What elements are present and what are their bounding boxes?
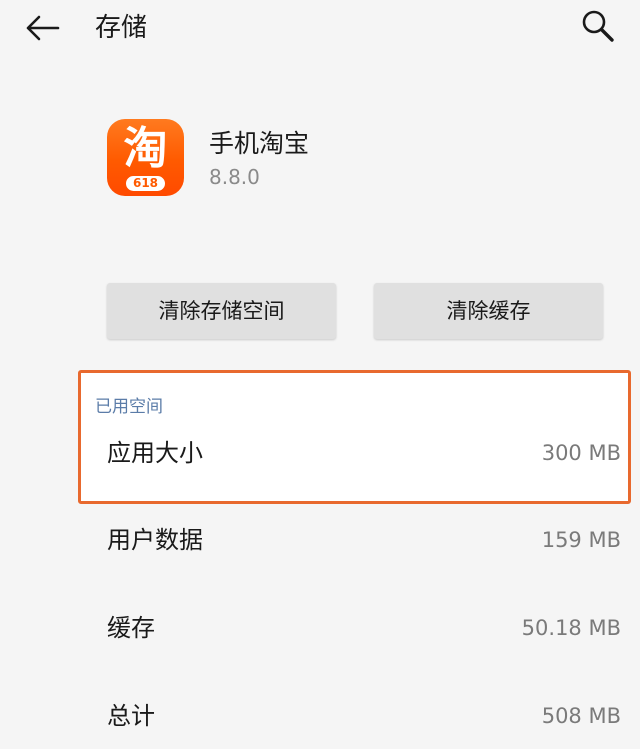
search-button[interactable] (576, 4, 620, 48)
storage-row-app-size: 应用大小 300 MB (0, 423, 640, 483)
row-value: 50.18 MB (521, 616, 621, 640)
row-label: 总计 (107, 702, 155, 730)
row-label: 应用大小 (107, 439, 203, 467)
row-label: 缓存 (107, 614, 155, 642)
clear-storage-button[interactable]: 清除存储空间 (107, 283, 336, 339)
back-button[interactable] (20, 8, 64, 48)
app-icon: 淘 618 (107, 119, 184, 196)
app-bar: 存储 (0, 0, 640, 56)
app-version: 8.8.0 (209, 165, 260, 189)
row-value: 300 MB (541, 441, 621, 465)
app-icon-badge: 618 (126, 176, 165, 191)
storage-row-user-data: 用户数据 159 MB (0, 510, 640, 570)
row-value: 508 MB (541, 704, 621, 728)
app-name: 手机淘宝 (209, 129, 310, 158)
storage-row-cache: 缓存 50.18 MB (0, 598, 640, 658)
page-title: 存储 (95, 13, 148, 43)
search-icon (582, 10, 614, 42)
arrow-left-icon (26, 15, 60, 41)
clear-cache-button[interactable]: 清除缓存 (374, 283, 603, 339)
storage-row-total: 总计 508 MB (0, 686, 640, 746)
row-label: 用户数据 (107, 526, 203, 554)
section-label-used-space: 已用空间 (95, 397, 163, 417)
app-icon-glyph: 淘 (123, 123, 168, 174)
row-value: 159 MB (541, 528, 621, 552)
